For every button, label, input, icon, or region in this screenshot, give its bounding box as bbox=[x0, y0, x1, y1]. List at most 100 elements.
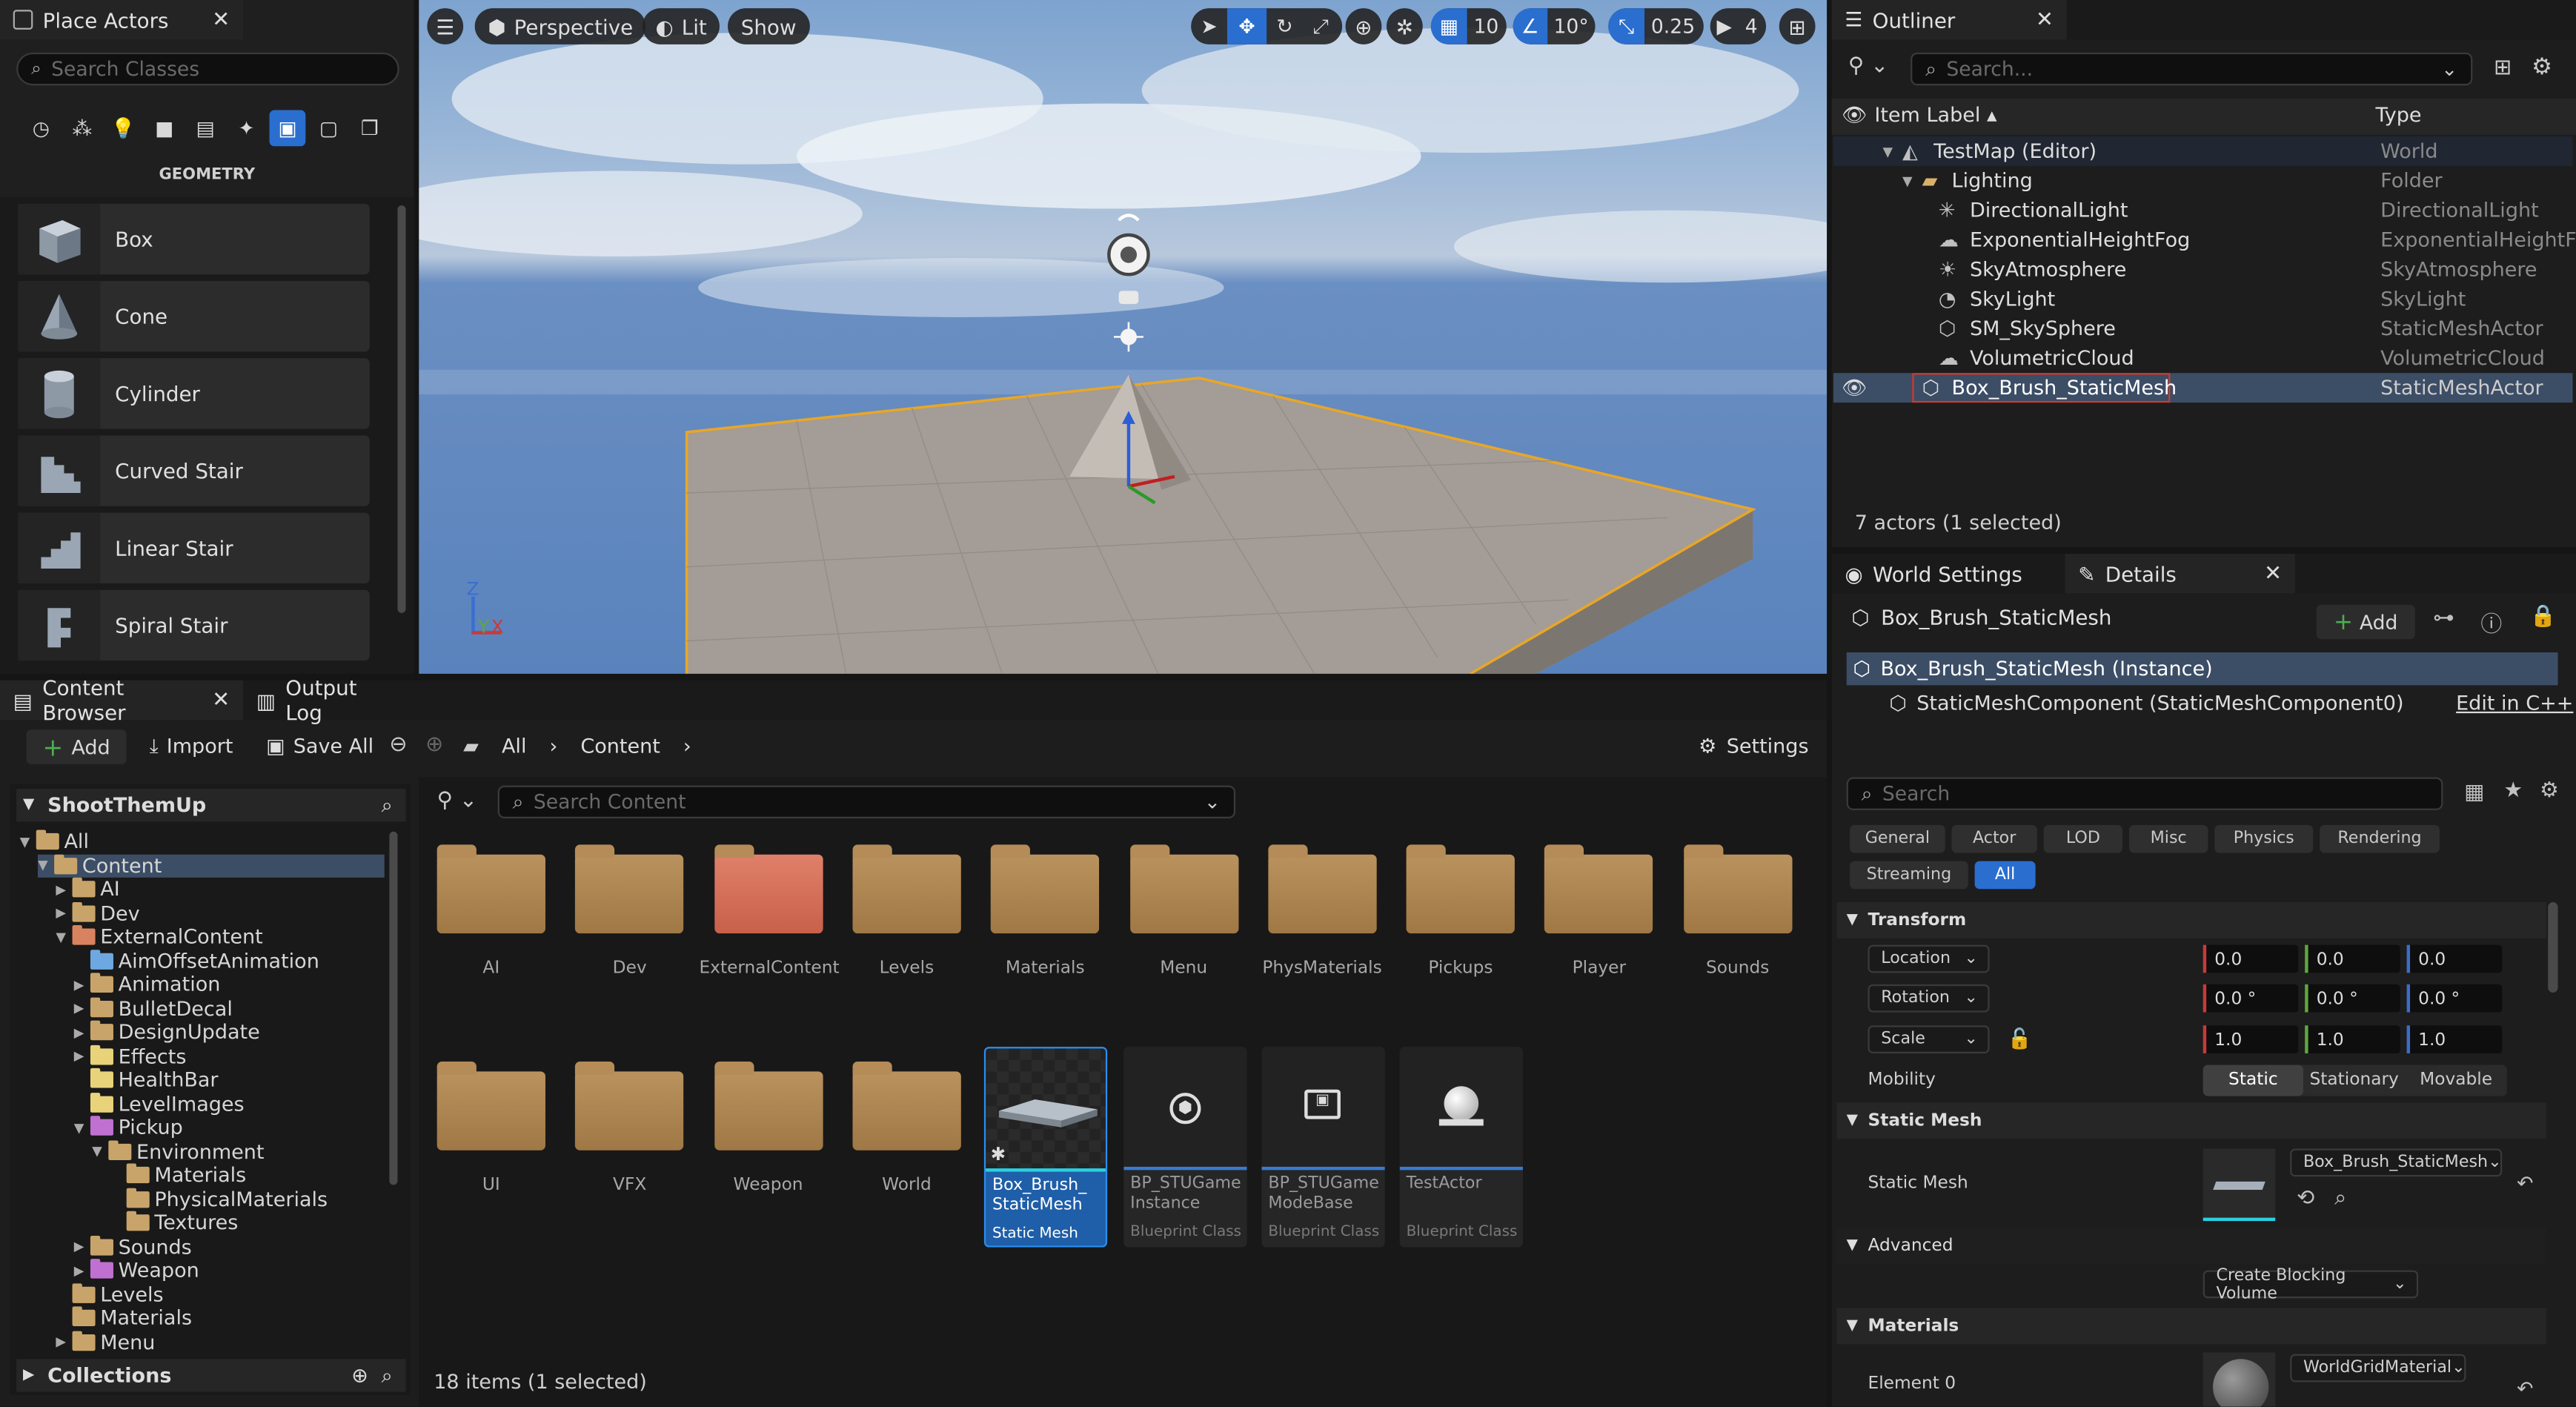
actor-cone[interactable]: Cone bbox=[18, 281, 370, 352]
asset-filter-button[interactable]: ⚲ ⌄ bbox=[437, 789, 477, 813]
asset-box-brush[interactable]: ✱ Box_Brush_ StaticMesh Static Mesh bbox=[983, 1047, 1108, 1248]
forward-icon[interactable]: ⊕ bbox=[425, 733, 443, 758]
settings-button[interactable]: ⚙ Settings bbox=[1699, 735, 1808, 758]
reset-icon[interactable]: ↶ bbox=[2517, 1172, 2533, 1195]
details-search-input[interactable]: ⌕ Search bbox=[1846, 777, 2443, 810]
camera-speed[interactable]: ▶ 4 bbox=[1710, 8, 1767, 44]
settings-icon[interactable]: ⚙ bbox=[2532, 54, 2552, 80]
tree-item-all[interactable]: ▼ All bbox=[20, 830, 89, 853]
tab-outliner[interactable]: ☰ Outliner ✕ bbox=[1831, 0, 2067, 40]
folder-weapon[interactable] bbox=[714, 1062, 823, 1151]
scale-lock-icon[interactable]: 🔓 bbox=[2008, 1027, 2032, 1050]
asset-bp-game-instance[interactable]: ⬢ BP_STUGame Instance Blueprint Class bbox=[1123, 1047, 1247, 1248]
tree-item-materials[interactable]: Materials bbox=[110, 1163, 246, 1187]
tree-item-pickup[interactable]: ▼ Pickup bbox=[74, 1116, 183, 1139]
viewport-menu-button[interactable]: ☰ bbox=[427, 8, 464, 44]
chevron-down-icon[interactable]: ▼ bbox=[74, 1120, 90, 1135]
asset-bp-game-mode[interactable]: ▣ BP_STUGame ModeBase Blueprint Class bbox=[1261, 1047, 1385, 1248]
create-blocking-volume-button[interactable]: Create Blocking Volume ⌄ bbox=[2202, 1266, 2419, 1302]
rotate-icon[interactable]: ↻ bbox=[1267, 8, 1303, 44]
outliner-row-sky-sphere[interactable]: ⬡ SM_SkySphere StaticMeshActor bbox=[1833, 314, 2573, 343]
tree-scrollbar[interactable] bbox=[389, 831, 398, 1185]
angle-snap[interactable]: ∠ 10° bbox=[1513, 8, 1596, 44]
scale-icon[interactable]: ⤢ bbox=[1303, 8, 1339, 44]
settings-icon[interactable]: ⚙ bbox=[2540, 779, 2559, 804]
tree-item-physicalmaterials[interactable]: PhysicalMaterials bbox=[110, 1188, 328, 1211]
filter-physics[interactable]: Physics bbox=[2214, 824, 2314, 853]
filter-all[interactable]: All bbox=[1974, 861, 2036, 890]
chevron-right-icon[interactable]: ▶ bbox=[56, 1335, 72, 1350]
folder-externalcontent[interactable] bbox=[714, 844, 823, 934]
use-selected-icon[interactable]: ⟲ bbox=[2297, 1187, 2314, 1211]
folder-ui[interactable] bbox=[436, 1062, 545, 1151]
chevron-right-icon[interactable]: ▶ bbox=[56, 882, 72, 897]
rotation-z[interactable]: 0.0 ° bbox=[2406, 984, 2503, 1013]
add-component-button[interactable]: + Add bbox=[2316, 604, 2415, 640]
scale-dropdown[interactable]: Scale ⌄ bbox=[1868, 1025, 1990, 1053]
table-view-icon[interactable]: ▦ bbox=[2464, 781, 2484, 805]
folder-levels[interactable] bbox=[852, 844, 961, 934]
select-icon[interactable]: ➤ bbox=[1191, 8, 1227, 44]
level-viewport[interactable]: Z Y X ☰ ⬢ Perspective ◐ Lit Show ➤ ✥ ↻ ⤢ ⊕… bbox=[419, 0, 1828, 674]
folder-dev[interactable] bbox=[575, 844, 684, 934]
eye-icon[interactable]: 👁 bbox=[1842, 377, 1867, 400]
star-icon[interactable]: ★ bbox=[2503, 779, 2523, 804]
reset-icon[interactable]: ↶ bbox=[2517, 1377, 2533, 1400]
filter-actor[interactable]: Actor bbox=[1951, 824, 2037, 853]
filter-general[interactable]: General bbox=[1850, 824, 1945, 853]
chevron-down-icon[interactable]: ▼ bbox=[92, 1144, 108, 1159]
tab-output-log[interactable]: ▥ Output Log bbox=[243, 675, 408, 725]
outliner-row-testmap[interactable]: ▾ ◭ TestMap (Editor) World bbox=[1833, 136, 2573, 166]
basic-icon[interactable]: ⁂ bbox=[64, 110, 100, 147]
show-button[interactable]: Show bbox=[728, 8, 810, 44]
filter-misc[interactable]: Misc bbox=[2128, 824, 2208, 853]
tree-item-designupdate[interactable]: ▶ DesignUpdate bbox=[74, 1021, 260, 1045]
scale-y[interactable]: 1.0 bbox=[2305, 1025, 2400, 1053]
folder-world[interactable] bbox=[852, 1062, 961, 1151]
static-mesh-thumbnail[interactable] bbox=[2202, 1148, 2276, 1222]
breadcrumb-content[interactable]: Content bbox=[580, 735, 660, 758]
all-classes-icon[interactable]: ❐ bbox=[351, 110, 388, 147]
folder-materials[interactable] bbox=[991, 844, 1100, 934]
actor-linear-stair[interactable]: Linear Stair bbox=[18, 512, 370, 583]
mobility-movable[interactable]: Movable bbox=[2405, 1065, 2506, 1096]
volumes-icon[interactable]: ▢ bbox=[311, 110, 347, 147]
actor-curved-stair[interactable]: Curved Stair bbox=[18, 435, 370, 506]
asset-test-actor[interactable]: TestActor Blueprint Class bbox=[1399, 1047, 1523, 1248]
close-icon[interactable]: ✕ bbox=[212, 7, 230, 32]
filter-lod[interactable]: LOD bbox=[2043, 824, 2123, 853]
chevron-right-icon[interactable]: ▶ bbox=[74, 977, 90, 992]
location-y[interactable]: 0.0 bbox=[2305, 944, 2400, 973]
chevron-down-icon[interactable]: ▼ bbox=[56, 930, 72, 944]
tree-item-sounds[interactable]: ▶ Sounds bbox=[74, 1235, 192, 1259]
tree-item-animation[interactable]: ▶ Animation bbox=[74, 973, 220, 996]
chevron-right-icon[interactable]: ▶ bbox=[74, 1049, 90, 1064]
close-icon[interactable]: ✕ bbox=[2036, 7, 2054, 32]
tree-item-levels[interactable]: Levels bbox=[56, 1282, 164, 1306]
scale-z[interactable]: 1.0 bbox=[2406, 1025, 2503, 1053]
material-thumbnail[interactable] bbox=[2202, 1352, 2276, 1407]
actor-spiral-stair[interactable]: Spiral Stair bbox=[18, 589, 370, 661]
folder-ai[interactable] bbox=[436, 844, 545, 934]
breadcrumb-all[interactable]: All bbox=[502, 735, 527, 758]
material-dropdown[interactable]: WorldGridMaterial ⌄ bbox=[2290, 1354, 2466, 1383]
outliner-row-height-fog[interactable]: ☁ExponentialHeightFogExponentialHeightFo… bbox=[1833, 225, 2576, 255]
tree-item-externalcontent[interactable]: ▼ ExternalContent bbox=[56, 925, 263, 949]
search-icon[interactable]: ⌕ bbox=[382, 1363, 393, 1388]
tree-item-environment[interactable]: ▼ Environment bbox=[92, 1139, 265, 1163]
help-icon[interactable]: ⓘ bbox=[2480, 606, 2502, 638]
outliner-row-lighting[interactable]: ▾ ▰ Lighting Folder bbox=[1833, 166, 2573, 196]
tree-item-content[interactable]: ▼ Content bbox=[37, 853, 385, 878]
rotation-y[interactable]: 0.0 ° bbox=[2305, 984, 2400, 1013]
tab-details[interactable]: ✎ Details ✕ bbox=[2065, 554, 2295, 594]
tree-item-bulletdecal[interactable]: ▶ BulletDecal bbox=[74, 996, 233, 1020]
item-label-header[interactable]: Item Label ▴ bbox=[1874, 104, 1996, 127]
add-collection-icon[interactable]: ⊕ bbox=[351, 1364, 368, 1387]
type-header[interactable]: Type bbox=[2375, 104, 2421, 127]
scale-snap[interactable]: ⤡ 0.25 bbox=[1608, 8, 1704, 44]
filter-rendering[interactable]: Rendering bbox=[2320, 824, 2440, 853]
tree-item-healthbar[interactable]: HealthBar bbox=[74, 1068, 219, 1092]
blueprint-icon[interactable]: ⊶ bbox=[2433, 606, 2454, 631]
chevron-right-icon[interactable]: ▶ bbox=[74, 1263, 90, 1278]
shapes-icon[interactable]: ■ bbox=[146, 110, 182, 147]
